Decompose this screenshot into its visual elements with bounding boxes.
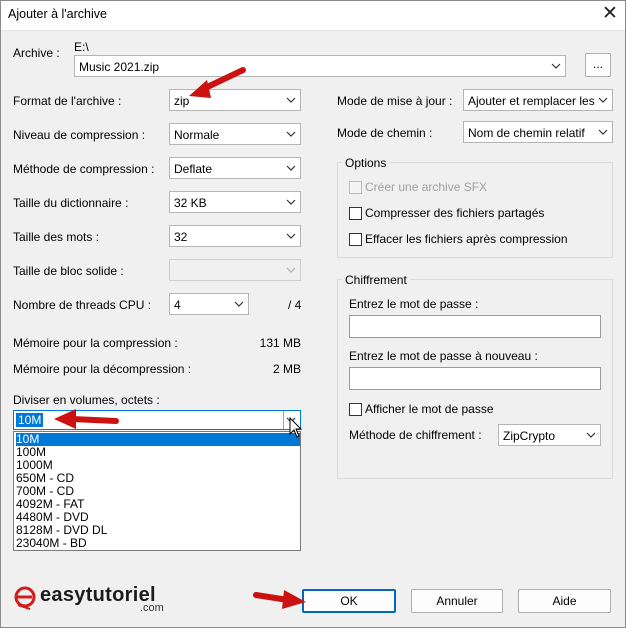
logo-e-icon: [14, 586, 36, 610]
ok-button[interactable]: OK: [302, 589, 396, 613]
shared-label: Compresser des fichiers partagés: [365, 206, 545, 220]
chevron-down-icon: [286, 97, 296, 103]
delete-label: Effacer les fichiers après compression: [365, 232, 568, 246]
word-label: Taille des mots :: [13, 230, 100, 244]
show-password-checkbox[interactable]: [349, 403, 362, 416]
split-option[interactable]: 100M: [16, 446, 300, 459]
method-combo[interactable]: Deflate: [169, 157, 301, 179]
path-mode-value: Nom de chemin relatif: [468, 126, 585, 140]
mem-decomp-value: 2 MB: [272, 362, 301, 376]
red-arrow-ok: [253, 590, 306, 609]
chevron-down-icon: [234, 301, 244, 307]
encryption-title: Chiffrement: [342, 273, 410, 287]
shared-checkbox[interactable]: [349, 207, 362, 220]
archive-path: E:\: [74, 40, 89, 54]
word-combo[interactable]: 32: [169, 225, 301, 247]
logo-text: easytutoriel: [40, 584, 156, 606]
chevron-down-icon: [598, 129, 608, 135]
red-arrow-format: [189, 67, 246, 98]
archive-label: Archive :: [13, 46, 60, 60]
password-confirm-input[interactable]: [349, 367, 601, 390]
level-combo[interactable]: Normale: [169, 123, 301, 145]
sfx-checkbox: [349, 181, 362, 194]
encryption-method-combo[interactable]: ZipCrypto: [498, 424, 601, 446]
word-value: 32: [174, 230, 188, 244]
level-value: Normale: [174, 128, 220, 142]
browse-button[interactable]: ...: [585, 53, 611, 77]
archive-filename: Music 2021.zip: [79, 60, 160, 74]
split-option[interactable]: 23040M - BD: [16, 537, 300, 550]
split-value[interactable]: 10M: [16, 413, 44, 427]
chevron-down-icon: [286, 165, 296, 171]
chevron-down-icon: [551, 63, 561, 69]
options-title: Options: [342, 156, 390, 170]
mouse-cursor-icon: [289, 417, 303, 438]
password-input[interactable]: [349, 315, 601, 338]
show-password-label: Afficher le mot de passe: [365, 402, 494, 416]
cancel-button[interactable]: Annuler: [411, 589, 503, 613]
mem-comp-label: Mémoire pour la compression :: [13, 336, 178, 350]
dict-label: Taille du dictionnaire :: [13, 196, 129, 210]
close-icon[interactable]: ✕: [598, 3, 622, 25]
encryption-method-label: Méthode de chiffrement :: [349, 428, 482, 442]
split-dropdown-list[interactable]: 10M 100M 1000M 650M - CD 700M - CD 4092M - FA…: [13, 431, 301, 551]
format-label: Format de l'archive :: [13, 94, 122, 108]
solid-combo: [169, 259, 301, 281]
chevron-down-icon: [586, 432, 596, 438]
split-option[interactable]: 10M: [16, 433, 300, 446]
dict-value: 32 KB: [174, 196, 207, 210]
mem-comp-value: 131 MB: [259, 336, 301, 350]
method-label: Méthode de compression :: [13, 162, 155, 176]
combo-divider: [283, 411, 284, 429]
sfx-label: Créer une archive SFX: [365, 180, 488, 194]
delete-checkbox[interactable]: [349, 233, 362, 246]
chevron-down-icon: [286, 233, 296, 239]
level-label: Niveau de compression :: [13, 128, 146, 142]
logo-tld: .com: [140, 602, 164, 614]
chevron-down-icon: [598, 97, 608, 103]
update-mode-label: Mode de mise à jour :: [337, 94, 453, 108]
threads-combo[interactable]: 4: [169, 293, 249, 315]
update-mode-value: Ajouter et remplacer les fich: [468, 94, 596, 108]
threads-label: Nombre de threads CPU :: [13, 298, 152, 312]
chevron-down-icon: [286, 267, 296, 273]
solid-label: Taille de bloc solide :: [13, 264, 124, 278]
help-button[interactable]: Aide: [518, 589, 611, 613]
chevron-down-icon: [286, 199, 296, 205]
path-mode-label: Mode de chemin :: [337, 126, 433, 140]
window-title: Ajouter à l'archive: [8, 7, 107, 21]
split-label: Diviser en volumes, octets :: [13, 393, 160, 407]
encryption-method-value: ZipCrypto: [503, 429, 556, 443]
threads-value: 4: [174, 298, 181, 312]
chevron-down-icon: [286, 131, 296, 137]
archive-filename-combo[interactable]: Music 2021.zip: [74, 55, 566, 77]
mem-decomp-label: Mémoire pour la décompression :: [13, 362, 192, 376]
password-label: Entrez le mot de passe :: [349, 297, 479, 311]
path-mode-combo[interactable]: Nom de chemin relatif: [463, 121, 613, 143]
password-confirm-label: Entrez le mot de passe à nouveau :: [349, 349, 538, 363]
threads-max: / 4: [288, 298, 302, 312]
update-mode-combo[interactable]: Ajouter et remplacer les fich: [463, 89, 613, 111]
dict-combo[interactable]: 32 KB: [169, 191, 301, 213]
easytutoriel-logo: easytutoriel .com: [14, 584, 174, 616]
red-arrow-split: [54, 409, 119, 429]
method-value: Deflate: [174, 162, 213, 176]
